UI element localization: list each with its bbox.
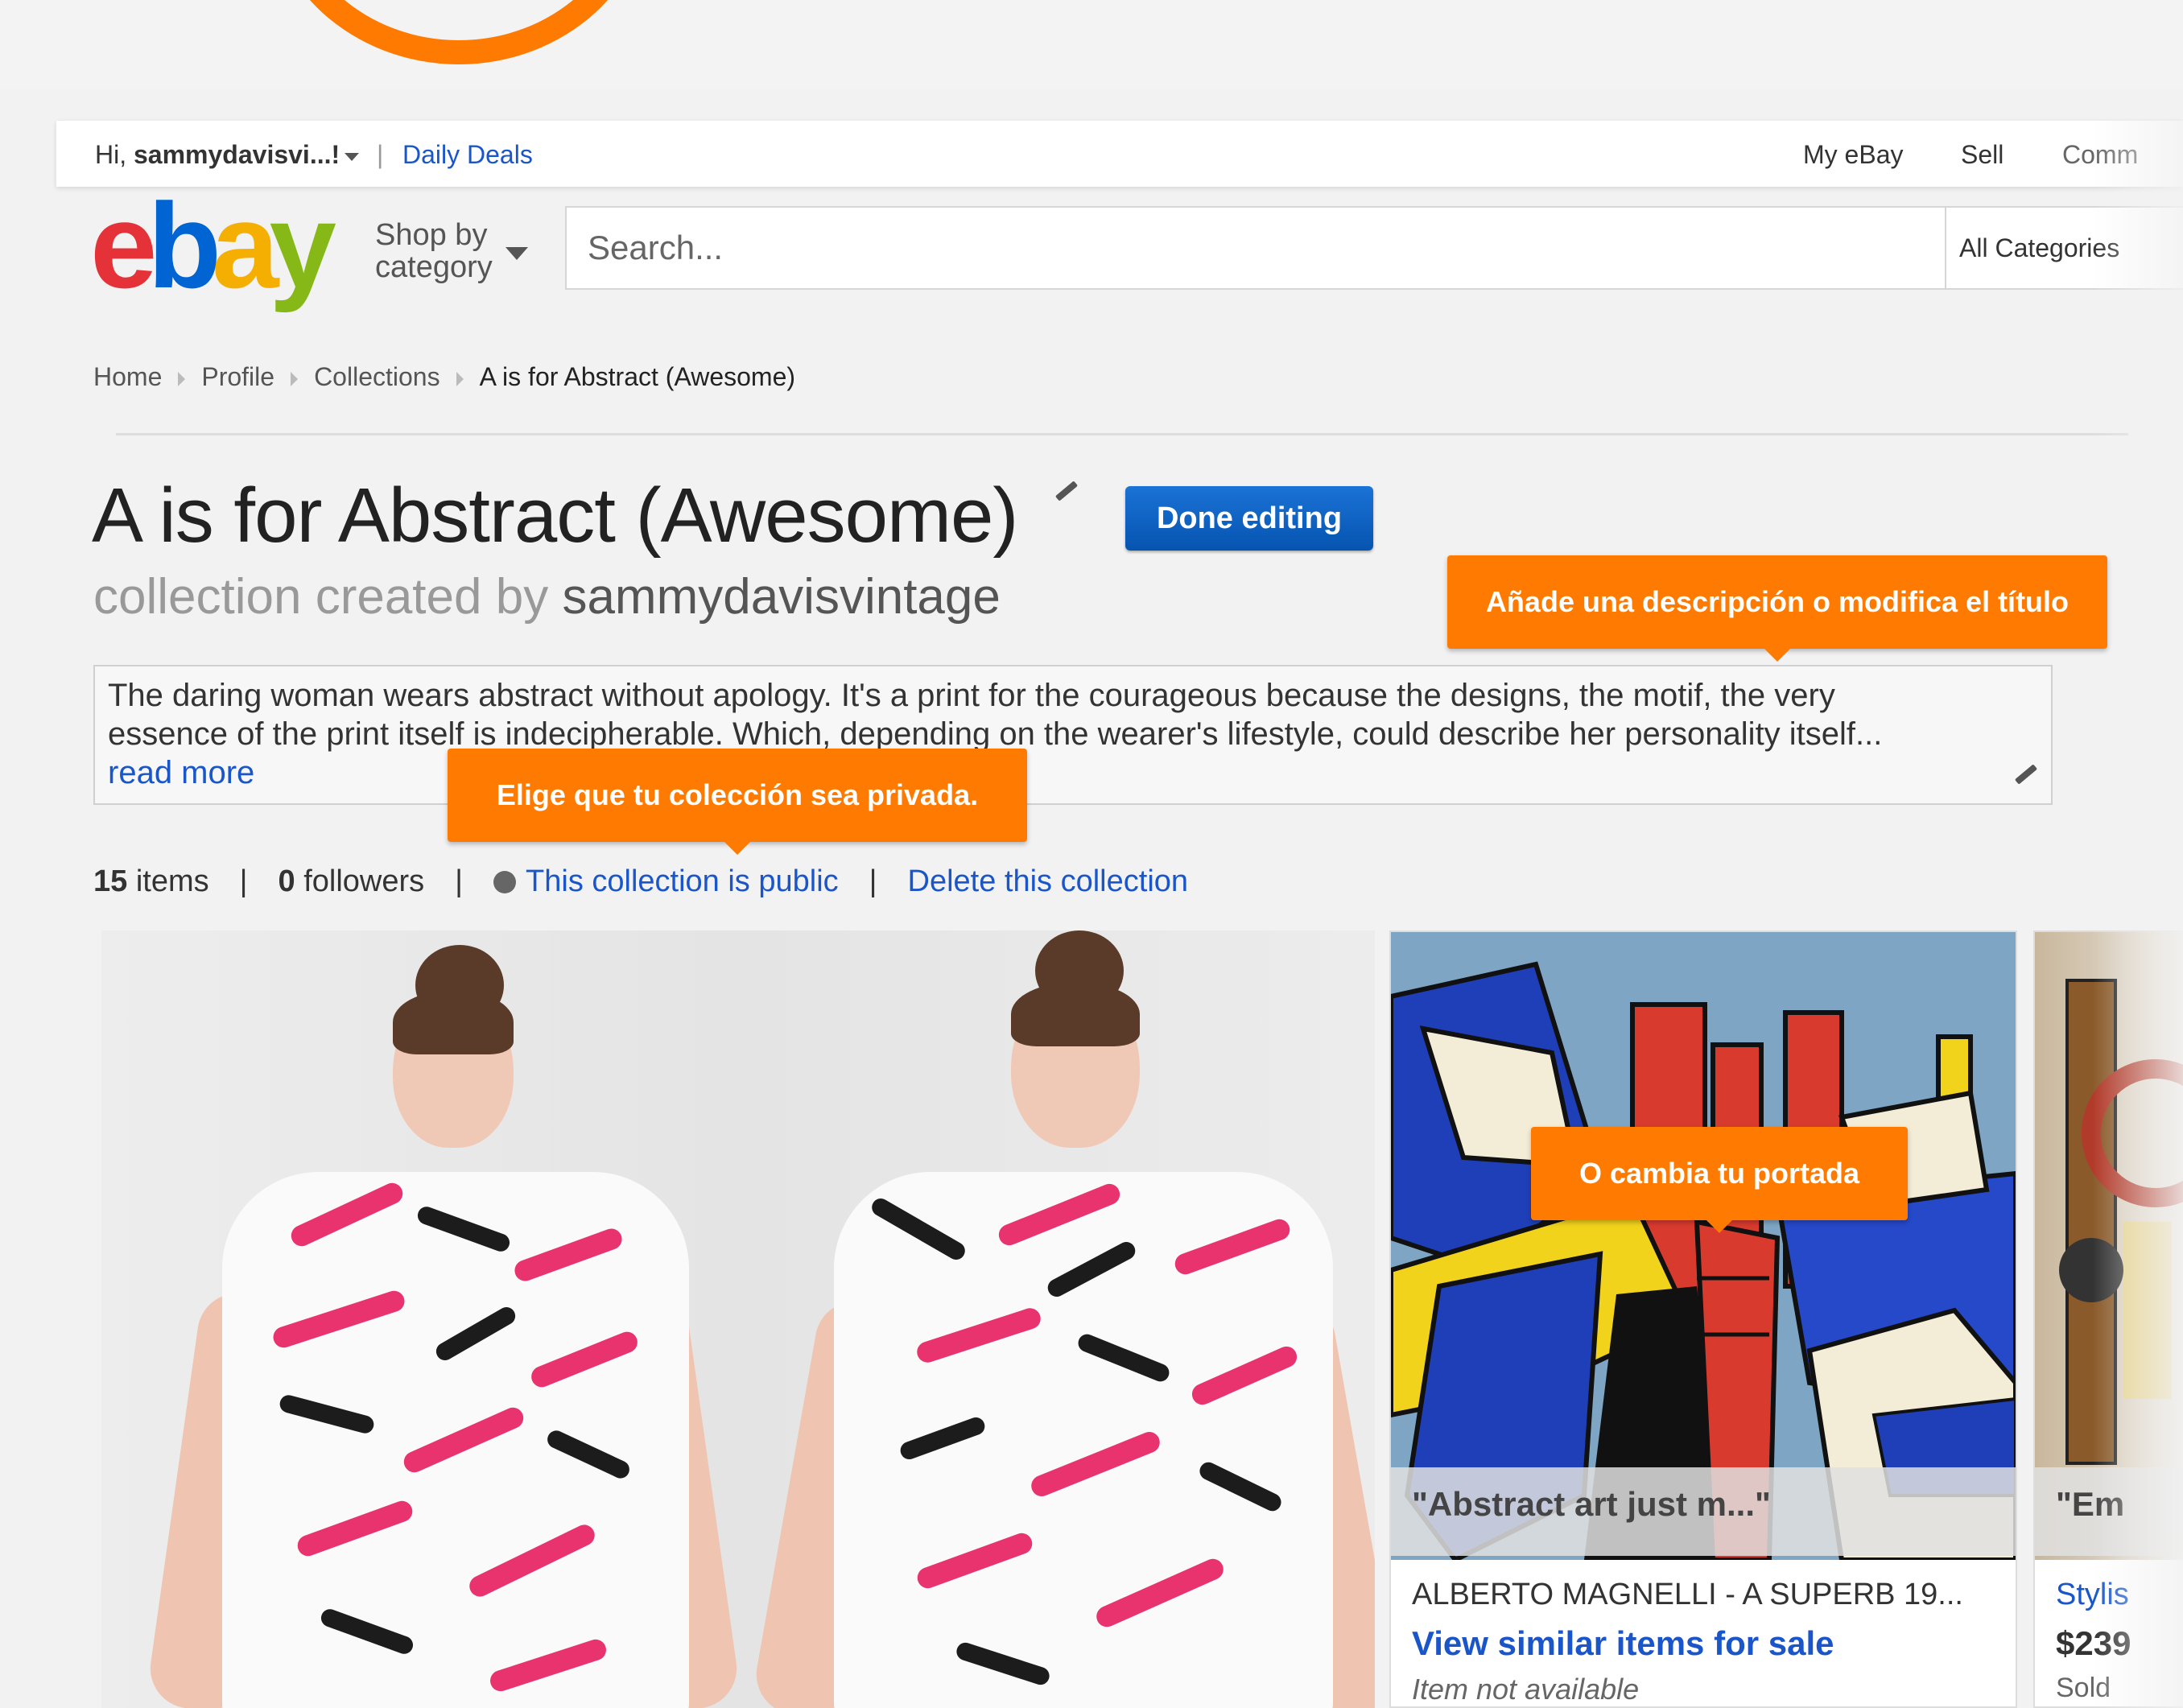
shop-by-label: Shop by (375, 218, 488, 252)
card-price: $239 (2056, 1624, 2131, 1662)
user-greeting[interactable]: Hi, sammydavisvi...! (95, 140, 360, 170)
breadcrumb-home[interactable]: Home (93, 362, 162, 391)
chevron-down-icon (345, 152, 360, 161)
my-ebay-link[interactable]: My eBay (1803, 140, 1903, 170)
breadcrumb-collections[interactable]: Collections (314, 362, 440, 391)
username: sammydavisvi...! (134, 140, 340, 169)
description-line: essence of the print itself is indeciphe… (108, 716, 1883, 752)
cover-photo-item[interactable] (101, 930, 1375, 1708)
stats-divider: | (455, 864, 464, 898)
tooltip-cover: O cambia tu portada (1531, 1127, 1908, 1233)
logo-letter-e: e (90, 178, 158, 313)
stats-divider: | (239, 864, 248, 898)
user-bar: Hi, sammydavisvi...! | Daily Deals My eB… (56, 121, 2183, 187)
logo-letter-y: y (269, 178, 337, 313)
tooltip-description: Añade una descripción o modifica el títu… (1447, 555, 2107, 662)
card-caption: "Em (2056, 1485, 2125, 1523)
collection-item-card[interactable]: "Em Stylis $239 Sold (2033, 930, 2183, 1708)
greeting-prefix: Hi, (95, 140, 134, 169)
category-select[interactable]: All Categories (1945, 206, 2183, 290)
collection-subtitle: collection created by sammydavisvintage (93, 568, 1001, 625)
view-similar-link[interactable]: View similar items for sale (1412, 1624, 1834, 1663)
shop-by-category-button[interactable]: Shop by category (375, 219, 493, 283)
category-label: category (375, 250, 493, 284)
chevron-down-icon (506, 247, 528, 260)
created-by-label: collection created by (93, 569, 563, 625)
abstract-art-image (1391, 932, 2016, 1560)
item-image (2035, 932, 2183, 1560)
privacy-toggle-link[interactable]: This collection is public (526, 864, 839, 898)
card-status: Item not available (1412, 1673, 1640, 1706)
divider (116, 433, 2128, 435)
stats-divider: | (869, 864, 877, 898)
card-item-title[interactable]: ALBERTO MAGNELLI - A SUPERB 19... (1412, 1578, 1963, 1612)
breadcrumb-profile[interactable]: Profile (201, 362, 274, 391)
ebay-logo[interactable]: ebay (90, 185, 336, 306)
description-line: The daring woman wears abstract without … (108, 678, 1835, 713)
tooltip-privacy: Elige que tu colección sea privada. (448, 749, 1027, 855)
edit-title-pencil-icon[interactable] (1054, 481, 1079, 501)
collection-description[interactable]: The daring woman wears abstract without … (93, 665, 2053, 805)
logo-letter-a: a (212, 178, 279, 313)
chevron-right-icon (291, 371, 299, 386)
card-status: Sold (2056, 1673, 2111, 1703)
logo-letter-b: b (147, 178, 221, 313)
creator-name[interactable]: sammydavisvintage (562, 569, 1000, 625)
done-editing-button[interactable]: Done editing (1125, 486, 1373, 551)
read-more-link[interactable]: read more (108, 753, 2038, 792)
community-link[interactable]: Comm (2062, 140, 2138, 170)
card-caption-bar: "Abstract art just m..." (1391, 1467, 2016, 1556)
breadcrumb: Home Profile Collections A is for Abstract … (93, 362, 795, 392)
collection-stats: 15 items | 0 followers | This collection is … (93, 864, 1188, 899)
chevron-right-icon (178, 371, 186, 386)
daily-deals-link[interactable]: Daily Deals (402, 140, 533, 170)
followers-label: followers (295, 864, 425, 898)
globe-icon (493, 871, 517, 893)
items-label: items (127, 864, 209, 898)
chevron-right-icon (456, 371, 464, 386)
card-item-title[interactable]: Stylis (2056, 1578, 2129, 1612)
items-count: 15 (93, 864, 128, 898)
collection-title: A is for Abstract (Awesome) (92, 472, 1018, 559)
card-caption-bar: "Em (2035, 1467, 2183, 1556)
delete-collection-link[interactable]: Delete this collection (908, 864, 1189, 898)
sell-link[interactable]: Sell (1961, 140, 2003, 170)
userbar-divider: | (377, 140, 384, 169)
search-input[interactable]: Search... (565, 206, 1946, 290)
collection-item-card[interactable]: "Abstract art just m..." ALBERTO MAGNELL… (1389, 930, 2017, 1708)
breadcrumb-current: A is for Abstract (Awesome) (479, 362, 796, 391)
card-caption: "Abstract art just m..." (1412, 1485, 1771, 1523)
followers-count: 0 (278, 864, 295, 898)
